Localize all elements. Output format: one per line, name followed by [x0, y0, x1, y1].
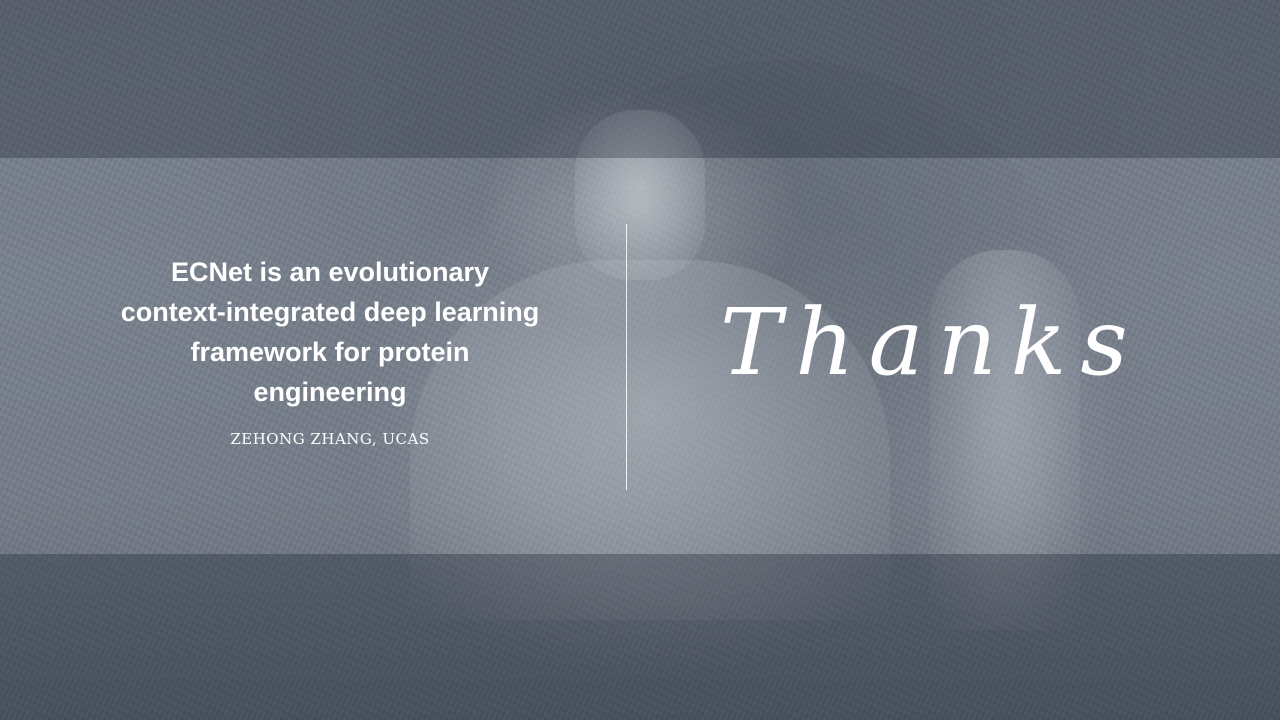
thanks-slide: ECNet is an evolutionary context-integra…	[0, 0, 1280, 720]
bottom-dark-band	[0, 554, 1280, 720]
presentation-title: ECNet is an evolutionary context-integra…	[120, 257, 540, 407]
top-dark-band	[0, 0, 1280, 158]
thanks-heading: Thanks	[720, 289, 1142, 396]
author-affiliation: ZEHONG ZHANG, UCAS	[230, 430, 430, 448]
vertical-divider	[626, 224, 627, 490]
